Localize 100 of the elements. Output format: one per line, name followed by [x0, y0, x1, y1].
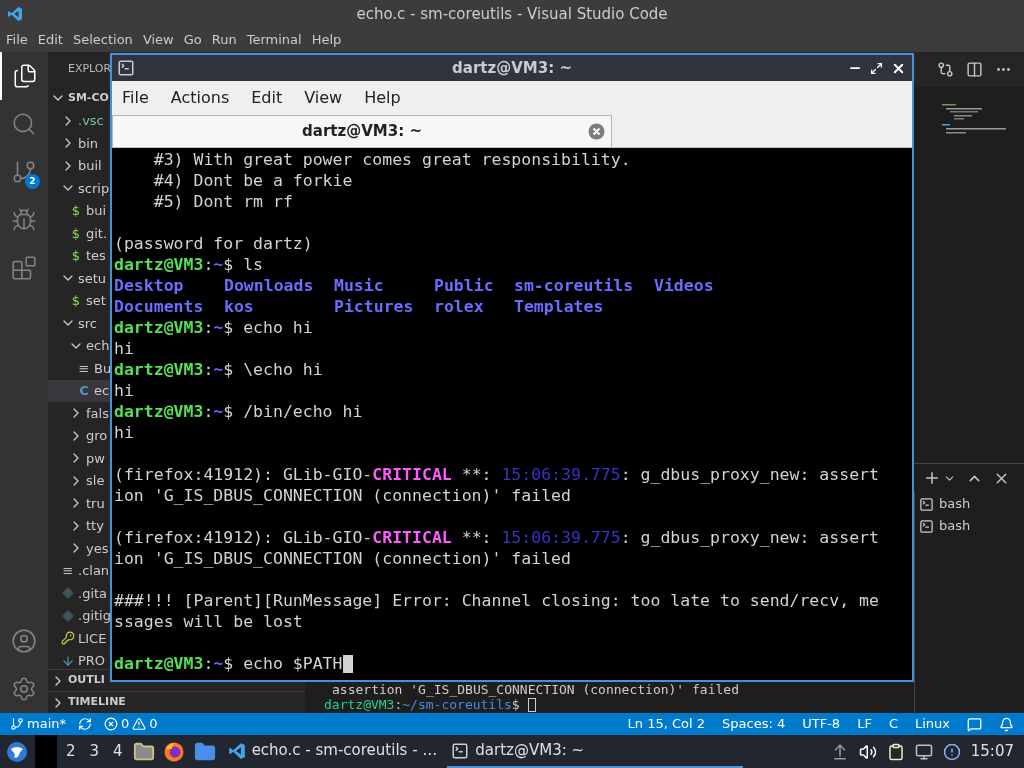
- tree-item[interactable]: yes: [48, 537, 110, 560]
- tree-item[interactable]: LICE: [48, 627, 110, 650]
- tree-item[interactable]: .gita: [48, 582, 110, 605]
- bell-icon[interactable]: [999, 716, 1014, 732]
- status-item[interactable]: UTF-8: [802, 714, 841, 734]
- maximize-icon[interactable]: [870, 61, 883, 75]
- branch-button[interactable]: main*: [10, 714, 66, 734]
- extensions-icon[interactable]: [11, 255, 37, 281]
- menu-item[interactable]: Edit: [32, 30, 68, 50]
- folder-icon[interactable]: [193, 740, 216, 763]
- menu-item[interactable]: Terminal: [241, 30, 307, 50]
- start-menu-icon[interactable]: [6, 740, 28, 763]
- sync-icon[interactable]: [78, 717, 92, 731]
- diamond-icon: [62, 587, 74, 600]
- terminal-line: ion 'G_IS_DBUS_CONNECTION (connection)' failed: [114, 485, 571, 506]
- status-item[interactable]: Linux: [914, 714, 950, 734]
- diamond-icon: [62, 609, 74, 622]
- tree-item[interactable]: tty: [48, 514, 110, 537]
- menu-item[interactable]: Help: [306, 30, 347, 50]
- file-manager-icon[interactable]: [132, 740, 155, 763]
- section-header[interactable]: TIMELINE: [48, 692, 126, 713]
- tree-item[interactable]: $ set: [48, 289, 110, 312]
- terminal-list-item[interactable]: bash: [915, 493, 1024, 515]
- terminal-line: dartz@VM3:~$ echo hi: [114, 317, 313, 338]
- source-control-icon[interactable]: [11, 159, 37, 185]
- tree-item[interactable]: sle: [48, 469, 110, 492]
- feedback-icon[interactable]: [967, 716, 982, 732]
- terminal-line: hi: [114, 422, 134, 443]
- run-debug-icon[interactable]: [11, 207, 37, 233]
- volume-icon[interactable]: [858, 742, 877, 761]
- tree-item[interactable]: src: [48, 312, 110, 335]
- file-type-icon: $: [68, 223, 84, 243]
- error-icon: [104, 717, 118, 731]
- status-item[interactable]: LF: [857, 714, 872, 734]
- status-item[interactable]: C: [888, 714, 898, 734]
- plus-icon[interactable]: [923, 469, 941, 487]
- tree-item[interactable]: setu: [48, 267, 110, 290]
- clipboard-icon[interactable]: [886, 742, 905, 761]
- tree-item[interactable]: $ bui: [48, 199, 110, 222]
- menu-item[interactable]: Actions: [164, 85, 236, 110]
- menu-item[interactable]: View: [298, 85, 349, 110]
- terminal-list-item[interactable]: bash: [915, 515, 1024, 537]
- tree-item[interactable]: ech: [48, 334, 110, 357]
- tree-item[interactable]: bin: [48, 132, 110, 155]
- browser-icon[interactable]: [162, 740, 185, 763]
- settings-icon[interactable]: [11, 676, 37, 702]
- status-item[interactable]: Spaces: 4: [722, 714, 786, 734]
- taskbar-task[interactable]: dartz@VM3: ~: [447, 735, 744, 768]
- workspace-button[interactable]: 2: [66, 740, 76, 763]
- menu-item[interactable]: File: [116, 85, 155, 110]
- terminal-icon: [919, 518, 934, 534]
- menu-item[interactable]: Go: [178, 30, 207, 50]
- tree-item[interactable]: C ec: [48, 379, 110, 402]
- tree-item[interactable]: ≡ .clan: [48, 559, 110, 582]
- status-item[interactable]: Ln 15, Col 2: [627, 714, 706, 734]
- network-icon[interactable]: [914, 742, 933, 761]
- tree-item[interactable]: .gitig: [48, 604, 110, 627]
- taskbar-task[interactable]: echo.c - sm-coreutils - …: [223, 735, 442, 768]
- menu-item[interactable]: Run: [206, 30, 242, 50]
- tree-item[interactable]: $ tes: [48, 244, 110, 267]
- files-icon[interactable]: [12, 63, 38, 89]
- tree-item[interactable]: ≡ Bu: [48, 357, 110, 380]
- terminal-line: hi: [114, 380, 134, 401]
- file-type-icon: $: [68, 201, 84, 221]
- split-editor-icon[interactable]: [966, 61, 983, 78]
- file-type-icon: ≡: [76, 358, 92, 378]
- tree-item[interactable]: .vsc: [48, 109, 110, 132]
- menu-item[interactable]: File: [1, 30, 33, 50]
- tree-item[interactable]: fals: [48, 402, 110, 425]
- terminal-line: dartz@VM3:~$ ls: [114, 254, 264, 275]
- menu-item[interactable]: View: [137, 30, 179, 50]
- alert-icon[interactable]: [942, 742, 961, 761]
- terminal-line: dartz@VM3:~$ echo $PATH: [114, 653, 353, 674]
- app-logo-icon: [7, 6, 23, 22]
- problems-button[interactable]: 0 0: [104, 714, 158, 734]
- section-header[interactable]: OUTLI: [48, 670, 110, 691]
- tree-item[interactable]: pw: [48, 447, 110, 470]
- terminal-line: (firefox:41912): GLib-GIO-CRITICAL **: 15:06:39.775: g_dbus_proxy_new: assert: [114, 464, 879, 485]
- account-icon[interactable]: [11, 628, 37, 654]
- file-type-icon: $: [68, 246, 84, 266]
- terminal-tab[interactable]: dartz@VM3: ~: [112, 115, 612, 147]
- sidebar-title: EXPLOR: [68, 61, 112, 78]
- tree-item[interactable]: buil: [48, 154, 110, 177]
- search-icon[interactable]: [11, 111, 37, 137]
- tree-item[interactable]: $ git.: [48, 222, 110, 245]
- terminal-line: ssages will be lost: [114, 611, 303, 632]
- file-type-icon: ≡: [60, 561, 76, 581]
- tree-root[interactable]: SM-CO: [48, 87, 110, 110]
- workspace-button[interactable]: 3: [89, 740, 100, 763]
- tree-item[interactable]: scrip: [48, 177, 110, 200]
- menu-item[interactable]: Edit: [245, 85, 289, 110]
- menu-item[interactable]: Selection: [67, 30, 138, 50]
- tree-item[interactable]: tru: [48, 492, 110, 515]
- tree-item[interactable]: PRO: [48, 649, 110, 669]
- tree-item[interactable]: gro: [48, 424, 110, 447]
- terminal-line: assertion 'G_IS_DBUS_CONNECTION (connection)' failed: [332, 682, 739, 697]
- file-type-icon: C: [76, 381, 92, 401]
- workspace-button[interactable]: 4: [113, 740, 123, 763]
- compare-icon[interactable]: [937, 61, 954, 78]
- menu-item[interactable]: Help: [358, 85, 407, 110]
